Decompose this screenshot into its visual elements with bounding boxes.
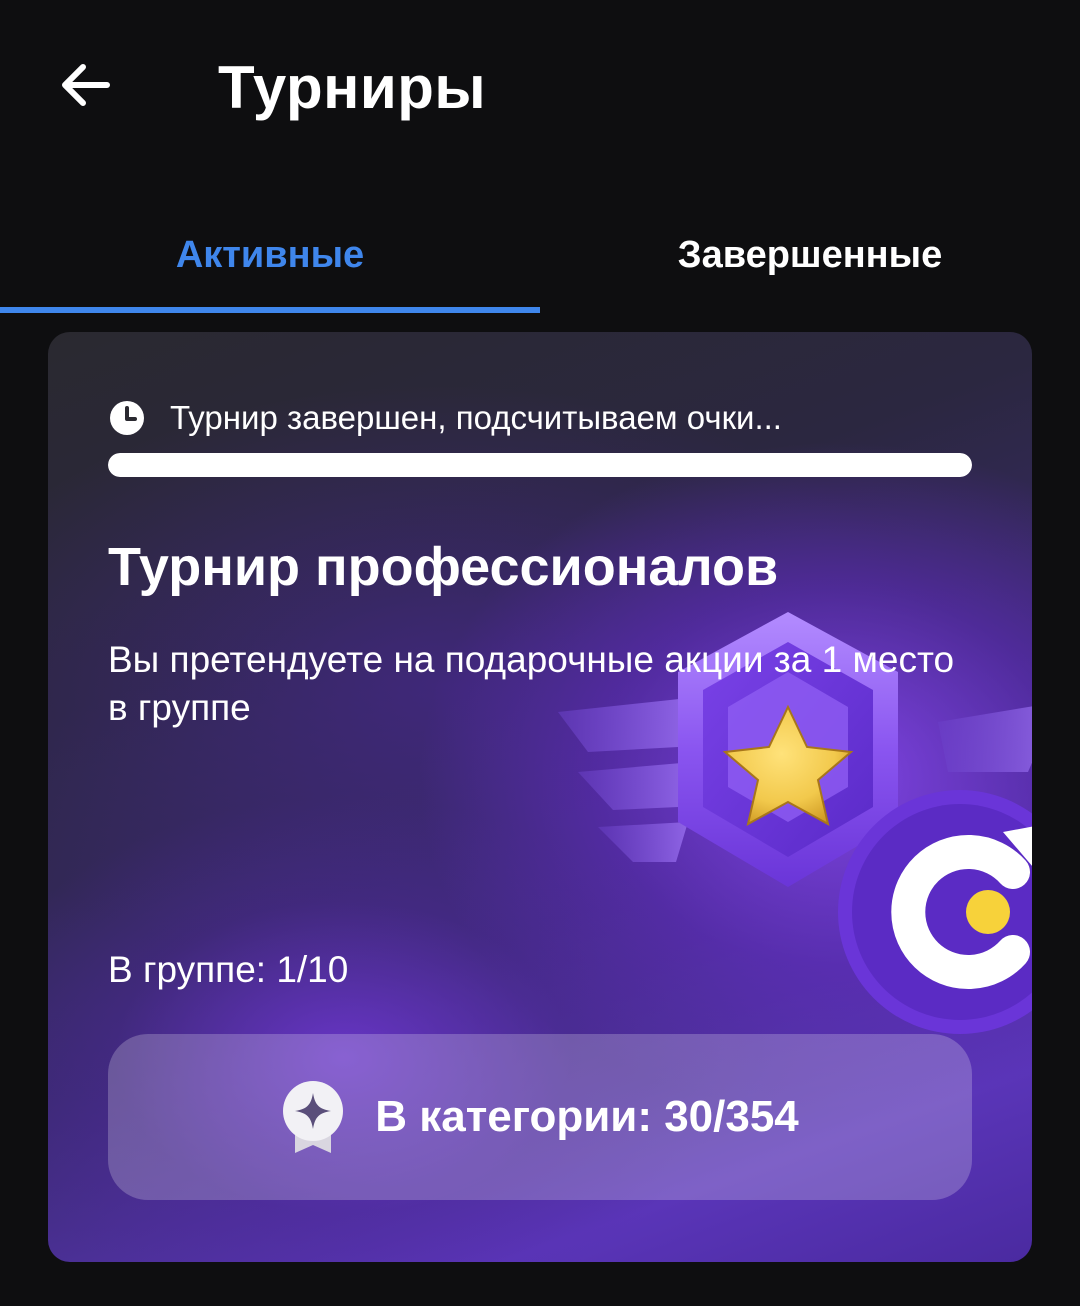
- progress-bar: [108, 453, 972, 477]
- status-text: Турнир завершен, подсчитываем очки...: [170, 399, 782, 436]
- back-button[interactable]: [50, 50, 120, 120]
- tournament-description: Вы претендуете на подарочные акции за 1 …: [108, 639, 955, 728]
- tab-active[interactable]: Активные: [0, 200, 540, 310]
- category-rank-label: В категории: 30/354: [375, 1092, 799, 1141]
- arrow-left-icon: [62, 64, 110, 106]
- group-rank: В группе: 1/10: [108, 949, 349, 990]
- tab-completed[interactable]: Завершенные: [540, 200, 1080, 310]
- tab-indicator: [0, 307, 540, 313]
- tab-bar: Активные Завершенные: [0, 200, 1080, 314]
- award-medal-icon: [283, 1081, 344, 1153]
- tournament-title: Турнир профессионалов: [108, 537, 779, 597]
- tournament-card[interactable]: Турнир завершен, подсчитываем очки... Ту…: [48, 332, 1032, 1262]
- category-rank-button[interactable]: В категории: 30/354: [108, 1034, 972, 1200]
- app-header: Турниры: [0, 0, 1080, 180]
- page-title: Турниры: [218, 54, 487, 121]
- clock-icon: [110, 401, 144, 435]
- progress-fill: [108, 453, 972, 477]
- status-row: Турнир завершен, подсчитываем очки...: [108, 396, 782, 440]
